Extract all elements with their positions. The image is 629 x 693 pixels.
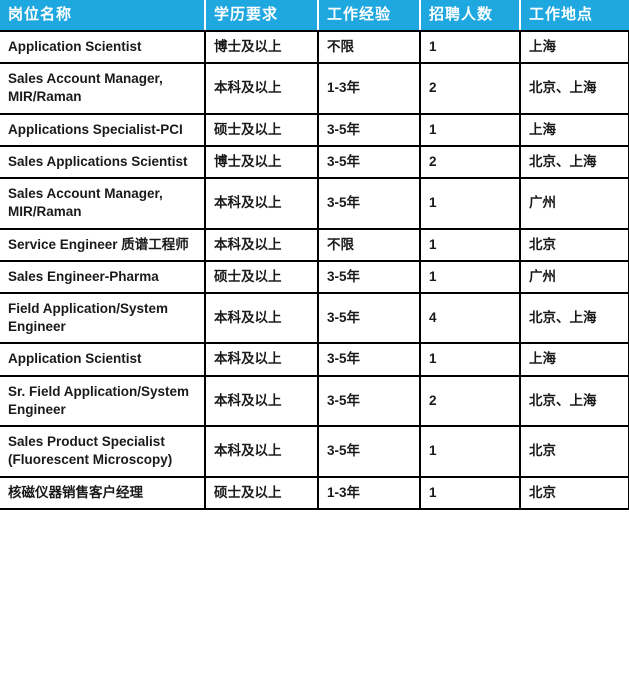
cell-job-title: Sales Account Manager, MIR/Raman	[0, 178, 206, 230]
cell-education: 本科及以上	[205, 292, 319, 345]
cell-location: 北京	[520, 426, 629, 478]
table-row: Sales Applications Scientist 博士及以上 3-5年 2 北京…	[0, 145, 629, 180]
cell-headcount: 1	[420, 178, 521, 230]
cell-education: 本科及以上	[205, 63, 319, 115]
cell-education: 硕士及以上	[205, 113, 319, 147]
cell-experience: 3-5年	[318, 113, 421, 147]
table-row: Sales Account Manager, MIR/Raman 本科及以上 1-3…	[0, 63, 629, 115]
cell-experience: 3-5年	[318, 260, 421, 294]
cell-education: 本科及以上	[205, 426, 319, 478]
cell-job-title: Sales Applications Scientist	[0, 145, 206, 180]
cell-headcount: 2	[420, 63, 521, 115]
cell-headcount: 1	[420, 426, 521, 478]
cell-headcount: 1	[420, 476, 521, 510]
cell-location: 北京	[520, 228, 629, 262]
cell-job-title: Application Scientist	[0, 31, 206, 65]
cell-headcount: 2	[420, 375, 521, 428]
cell-job-title: Service Engineer 质谱工程师	[0, 228, 206, 262]
cell-experience: 1-3年	[318, 63, 421, 115]
cell-job-title: Sr. Field Application/System Engineer	[0, 375, 206, 428]
cell-experience: 不限	[318, 31, 421, 65]
table-row: Sales Product Specialist (Fluorescent Mi…	[0, 426, 629, 478]
column-header-title: 岗位名称	[0, 0, 206, 32]
cell-experience: 3-5年	[318, 145, 421, 180]
cell-job-title: Sales Account Manager, MIR/Raman	[0, 63, 206, 115]
cell-headcount: 1	[420, 343, 521, 377]
cell-experience: 不限	[318, 228, 421, 262]
cell-headcount: 2	[420, 145, 521, 180]
cell-job-title: Applications Specialist-PCI	[0, 113, 206, 147]
column-header-headcount: 招聘人数	[420, 0, 521, 32]
table-header-row: 岗位名称 学历要求 工作经验 招聘人数 工作地点	[0, 0, 629, 32]
cell-location: 北京	[520, 476, 629, 510]
cell-location: 北京、上海	[520, 63, 629, 115]
table-row: Applications Specialist-PCI 硕士及以上 3-5年 1 上海	[0, 113, 629, 147]
table-row: Sales Account Manager, MIR/Raman 本科及以上 3-5…	[0, 178, 629, 230]
cell-education: 博士及以上	[205, 145, 319, 180]
cell-headcount: 1	[420, 260, 521, 294]
cell-experience: 3-5年	[318, 343, 421, 377]
column-header-education: 学历要求	[205, 0, 319, 32]
table-body: Application Scientist 博士及以上 不限 1 上海 Sales Acc…	[0, 31, 629, 510]
table-row: Sr. Field Application/System Engineer 本科及…	[0, 375, 629, 428]
column-header-location: 工作地点	[520, 0, 629, 32]
table-row: 核磁仪器销售客户经理 硕士及以上 1-3年 1 北京	[0, 476, 629, 510]
cell-location: 上海	[520, 31, 629, 65]
table-row: Application Scientist 本科及以上 3-5年 1 上海	[0, 343, 629, 377]
cell-education: 博士及以上	[205, 31, 319, 65]
job-listings-table: 岗位名称 学历要求 工作经验 招聘人数 工作地点 Application Sci…	[0, 0, 629, 510]
cell-experience: 3-5年	[318, 292, 421, 345]
cell-job-title: Application Scientist	[0, 343, 206, 377]
cell-location: 北京、上海	[520, 375, 629, 428]
cell-education: 硕士及以上	[205, 260, 319, 294]
cell-headcount: 1	[420, 228, 521, 262]
cell-location: 广州	[520, 260, 629, 294]
cell-location: 上海	[520, 113, 629, 147]
cell-education: 本科及以上	[205, 343, 319, 377]
cell-job-title: 核磁仪器销售客户经理	[0, 476, 206, 510]
column-header-experience: 工作经验	[318, 0, 421, 32]
cell-job-title: Sales Engineer-Pharma	[0, 260, 206, 294]
table-row: Application Scientist 博士及以上 不限 1 上海	[0, 31, 629, 65]
cell-education: 本科及以上	[205, 228, 319, 262]
cell-location: 北京、上海	[520, 145, 629, 180]
cell-education: 本科及以上	[205, 375, 319, 428]
cell-headcount: 1	[420, 113, 521, 147]
cell-education: 本科及以上	[205, 178, 319, 230]
table-row: Field Application/System Engineer 本科及以上 3-…	[0, 292, 629, 345]
cell-location: 上海	[520, 343, 629, 377]
cell-job-title: Sales Product Specialist (Fluorescent Mi…	[0, 426, 206, 478]
cell-headcount: 1	[420, 31, 521, 65]
cell-headcount: 4	[420, 292, 521, 345]
cell-location: 广州	[520, 178, 629, 230]
cell-location: 北京、上海	[520, 292, 629, 345]
table-row: Sales Engineer-Pharma 硕士及以上 3-5年 1 广州	[0, 260, 629, 294]
cell-experience: 3-5年	[318, 178, 421, 230]
cell-job-title: Field Application/System Engineer	[0, 292, 206, 345]
cell-experience: 1-3年	[318, 476, 421, 510]
cell-education: 硕士及以上	[205, 476, 319, 510]
cell-experience: 3-5年	[318, 375, 421, 428]
table-row: Service Engineer 质谱工程师 本科及以上 不限 1 北京	[0, 228, 629, 262]
table-header: 岗位名称 学历要求 工作经验 招聘人数 工作地点	[0, 0, 629, 32]
cell-experience: 3-5年	[318, 426, 421, 478]
